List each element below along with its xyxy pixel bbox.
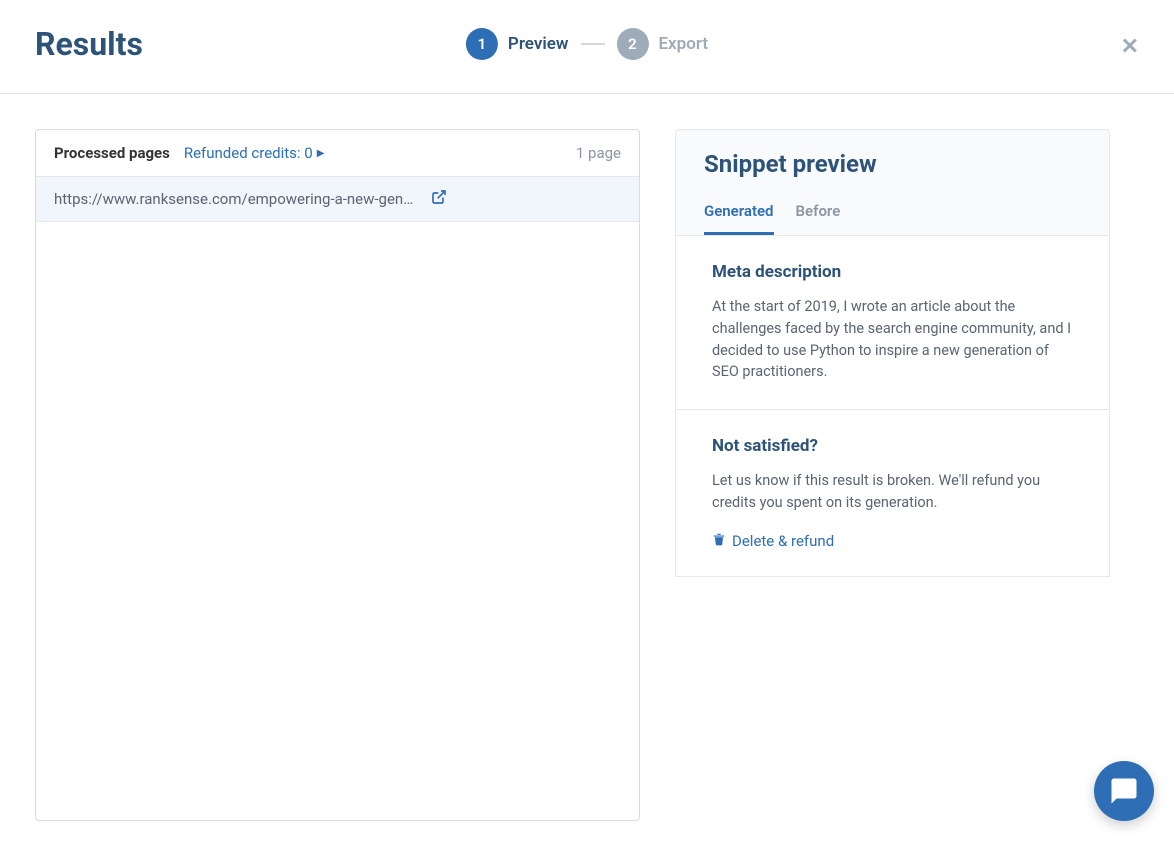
step-number-2: 2 xyxy=(616,28,648,60)
url-row[interactable]: https://www.ranksense.com/empowering-a-n… xyxy=(36,177,639,222)
trash-icon xyxy=(712,532,726,550)
chat-icon xyxy=(1109,776,1139,806)
panel-header: Processed pages Refunded credits: 0 ▶ 1 … xyxy=(36,130,639,177)
not-satisfied-section: Not satisfied? Let us know if this resul… xyxy=(676,410,1109,576)
delete-refund-button[interactable]: Delete & refund xyxy=(712,532,1073,550)
page-title: Results xyxy=(35,25,143,63)
content: Processed pages Refunded credits: 0 ▶ 1 … xyxy=(0,94,1174,856)
chevron-right-icon: ▶ xyxy=(317,148,325,159)
processed-pages-panel: Processed pages Refunded credits: 0 ▶ 1 … xyxy=(35,129,640,821)
snippet-body: Meta description At the start of 2019, I… xyxy=(675,236,1110,577)
refunded-credits-text: Refunded credits: 0 xyxy=(184,144,313,162)
step-label-preview: Preview xyxy=(508,34,569,54)
tabs: Generated Before xyxy=(704,202,1081,235)
delete-refund-label: Delete & refund xyxy=(732,532,834,550)
external-link-icon[interactable] xyxy=(431,189,447,209)
not-satisfied-text: Let us know if this result is broken. We… xyxy=(712,470,1073,514)
step-number-1: 1 xyxy=(466,28,498,60)
step-export[interactable]: 2 Export xyxy=(616,28,708,60)
meta-description-title: Meta description xyxy=(712,262,1073,282)
page-count: 1 page xyxy=(576,144,621,162)
step-label-export: Export xyxy=(658,34,708,54)
step-preview[interactable]: 1 Preview xyxy=(466,28,569,60)
close-icon[interactable]: ✕ xyxy=(1121,34,1139,59)
meta-description-text: At the start of 2019, I wrote an article… xyxy=(712,296,1073,383)
refunded-credits-link[interactable]: Refunded credits: 0 ▶ xyxy=(184,144,325,162)
header: Results 1 Preview 2 Export ✕ xyxy=(0,0,1174,94)
panel-header-left: Processed pages Refunded credits: 0 ▶ xyxy=(54,144,324,162)
snippet-title: Snippet preview xyxy=(704,150,1081,178)
meta-description-section: Meta description At the start of 2019, I… xyxy=(676,236,1109,410)
tab-before[interactable]: Before xyxy=(796,202,841,235)
chat-button[interactable] xyxy=(1094,761,1154,821)
url-text: https://www.ranksense.com/empowering-a-n… xyxy=(54,190,413,208)
step-divider xyxy=(580,43,604,45)
snippet-preview-panel: Snippet preview Generated Before Meta de… xyxy=(675,129,1110,821)
processed-pages-label: Processed pages xyxy=(54,144,170,162)
tab-generated[interactable]: Generated xyxy=(704,202,774,235)
not-satisfied-title: Not satisfied? xyxy=(712,436,1073,456)
snippet-header: Snippet preview Generated Before xyxy=(675,129,1110,236)
stepper: 1 Preview 2 Export xyxy=(466,28,708,60)
